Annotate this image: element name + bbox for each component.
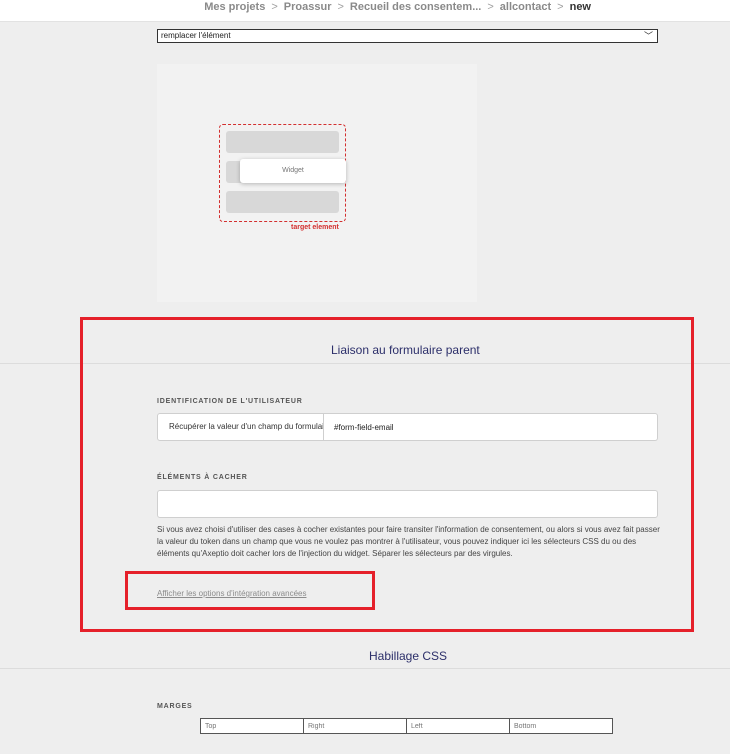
- breadcrumb-item-current: new: [569, 1, 591, 13]
- margin-bottom-input[interactable]: [509, 718, 613, 734]
- breadcrumb: Mes projets > Proassur > Recueil des con…: [204, 1, 591, 13]
- breadcrumb-separator-icon: >: [557, 1, 564, 13]
- breadcrumb-separator-icon: >: [337, 1, 344, 13]
- top-bar: Mes projets > Proassur > Recueil des con…: [0, 0, 730, 22]
- margin-left-input[interactable]: [406, 718, 510, 734]
- placeholder-bar: [226, 191, 339, 213]
- chevron-down-icon: ﹀: [643, 31, 653, 41]
- section-divider: [0, 668, 730, 669]
- css-skin-title: Habillage CSS: [369, 649, 448, 663]
- margin-top-input[interactable]: [200, 718, 304, 734]
- highlight-box-advanced-link: [125, 571, 375, 610]
- target-element-frame: Widget: [219, 124, 346, 222]
- widget-preview: Widget: [240, 159, 346, 183]
- breadcrumb-item-collection[interactable]: Recueil des consentem...: [350, 1, 481, 13]
- breadcrumb-item-projects[interactable]: Mes projets: [204, 1, 265, 13]
- placement-select-value: remplacer l'élément: [161, 31, 231, 40]
- breadcrumb-separator-icon: >: [487, 1, 494, 13]
- breadcrumb-item-config[interactable]: allcontact: [500, 1, 551, 13]
- margins-row: [200, 718, 613, 734]
- breadcrumb-separator-icon: >: [271, 1, 278, 13]
- margin-right-input[interactable]: [303, 718, 407, 734]
- margins-label: MARGES: [157, 703, 193, 710]
- placement-preview: Widget target element: [157, 64, 477, 302]
- placement-select[interactable]: remplacer l'élément ﹀: [157, 29, 658, 43]
- target-element-label: target element: [291, 224, 339, 231]
- placeholder-bar: [226, 131, 339, 153]
- breadcrumb-item-project[interactable]: Proassur: [284, 1, 332, 13]
